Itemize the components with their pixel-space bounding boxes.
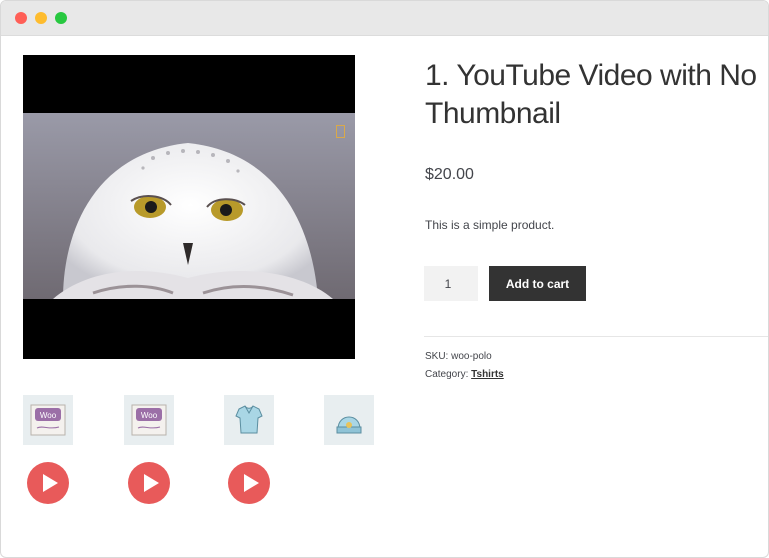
play-video-button-3[interactable] xyxy=(228,462,270,504)
product-category: Category: Tshirts xyxy=(425,369,504,380)
product-price: $20.00 xyxy=(425,166,474,183)
play-video-button-2[interactable] xyxy=(128,462,170,504)
category-label: Category: xyxy=(425,369,469,380)
thumbnail-woo-1[interactable]: Woo xyxy=(23,395,73,445)
thumbnail-beanie[interactable] xyxy=(324,395,374,445)
woo-logo-icon: Woo xyxy=(30,404,66,436)
window-titlebar xyxy=(1,1,768,36)
zoom-icon[interactable] xyxy=(336,125,345,138)
add-to-cart-button[interactable]: Add to cart xyxy=(489,266,586,301)
quantity-input[interactable] xyxy=(424,266,478,301)
thumbnail-woo-2[interactable]: Woo xyxy=(124,395,174,445)
sku-value: woo-polo xyxy=(451,351,492,362)
product-video[interactable] xyxy=(23,55,355,359)
minimize-window-button[interactable] xyxy=(35,12,47,24)
browser-window: Woo Woo 1. YouTube Video with No Thumbna… xyxy=(0,0,769,558)
svg-text:Woo: Woo xyxy=(40,411,57,420)
product-description: This is a simple product. xyxy=(425,218,555,232)
woo-logo-icon: Woo xyxy=(131,404,167,436)
close-window-button[interactable] xyxy=(15,12,27,24)
play-video-button-1[interactable] xyxy=(27,462,69,504)
sku-label: SKU: xyxy=(425,351,449,362)
divider xyxy=(424,336,768,337)
product-title: 1. YouTube Video with No Thumbnail xyxy=(425,59,757,130)
svg-text:Woo: Woo xyxy=(141,411,158,420)
snowy-owl-image xyxy=(23,113,355,299)
tshirt-icon xyxy=(235,405,263,434)
maximize-window-button[interactable] xyxy=(55,12,67,24)
beanie-icon xyxy=(336,416,362,434)
category-link[interactable]: Tshirts xyxy=(471,369,504,380)
product-sku: SKU: woo-polo xyxy=(425,351,492,362)
thumbnail-tshirt[interactable] xyxy=(224,395,274,445)
